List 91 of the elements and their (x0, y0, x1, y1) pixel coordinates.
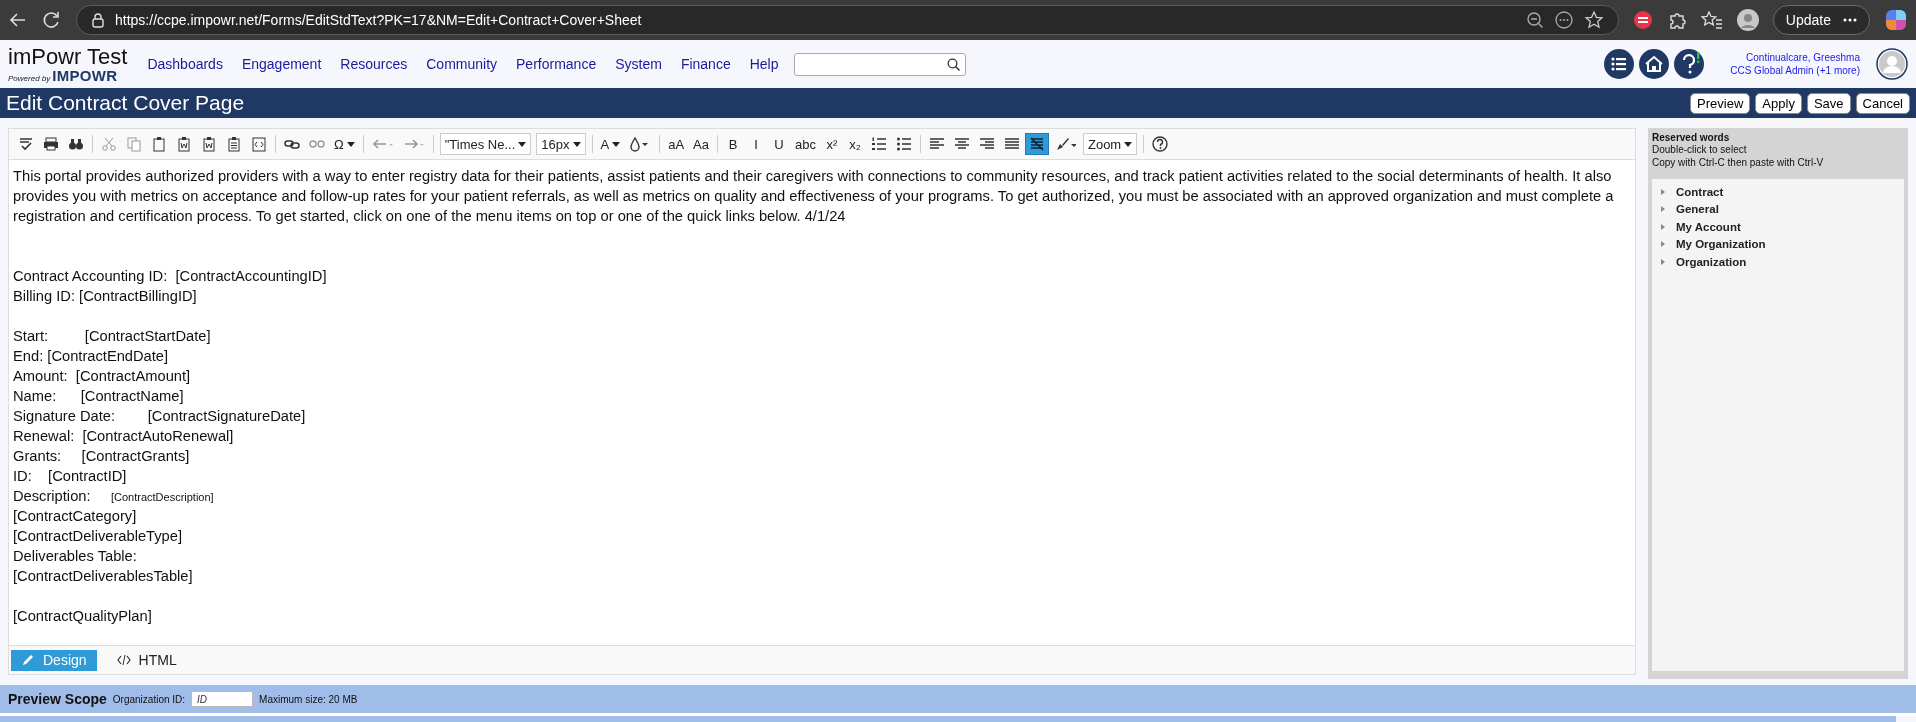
code-icon (116, 654, 131, 666)
expander-icon (1660, 206, 1666, 213)
search-field[interactable] (794, 52, 967, 76)
panel-hint: Double-click to select (1652, 143, 1748, 156)
tree-item[interactable]: My Account (1660, 218, 1896, 236)
caret-icon (518, 141, 527, 147)
expander-icon (1660, 258, 1666, 265)
search-icon (947, 57, 961, 71)
document-line: Renewal: [ContractAutoRenewal] (13, 427, 235, 446)
extension-icon[interactable] (1632, 10, 1653, 30)
toolbar-button[interactable]: x² (820, 133, 843, 155)
document-line: [ContractCategory] (13, 507, 138, 526)
document-line: [ContractQualityPlan] (13, 607, 153, 626)
expander-icon (1660, 223, 1666, 230)
user-name[interactable]: Continualcare, Greeshma (1746, 51, 1860, 64)
document-line: Signature Date: [ContractSignatureDate] (13, 407, 307, 426)
preview-scope-title: Preview Scope (8, 691, 107, 707)
app-name: imPowr Test (8, 45, 128, 68)
menu-link[interactable]: System (615, 56, 662, 72)
toolbar-button[interactable]: abc (791, 133, 820, 155)
action-button[interactable]: Cancel (1855, 92, 1910, 114)
more-icon[interactable] (1553, 10, 1574, 30)
dropdown[interactable]: "Times Ne... (439, 133, 532, 155)
document-line: Description: [ContractDescription] (13, 487, 215, 506)
copilot-icon[interactable] (1884, 8, 1908, 32)
document-line: Name: [ContractName] (13, 387, 185, 406)
document-line: [ContractDeliverablesTable] (13, 567, 194, 586)
menu-link[interactable]: Finance (680, 56, 731, 72)
toolbar-button[interactable]: U (768, 133, 790, 155)
view-tab[interactable]: HTML (106, 649, 187, 671)
house-icon[interactable] (1639, 49, 1670, 79)
menu-link[interactable]: Dashboards (147, 56, 223, 72)
expander-icon (1660, 241, 1666, 248)
menu-link[interactable]: Community (426, 56, 498, 72)
tree-item[interactable]: Contract (1660, 183, 1896, 201)
refresh-icon[interactable] (42, 10, 62, 30)
document-line: Start: [ContractStartDate] (13, 327, 212, 346)
powered-by-text: Powered by (8, 74, 51, 83)
panel-hint: Copy with Ctrl-C then paste with Ctrl-V (1652, 156, 1825, 169)
toolbar-button[interactable]: A (596, 133, 625, 155)
address-bar[interactable]: https://ccpe.impowr.net/Forms/EditStdText?PK=17&NM=Edit+Contract+Cover+Sheet (76, 5, 1619, 35)
document-line: Billing ID: [ContractBillingID] (13, 287, 198, 306)
help-icon[interactable] (1674, 49, 1705, 79)
pencil-icon (21, 653, 35, 667)
url-text: https://ccpe.impowr.net/Forms/EditStdText?PK=17&NM=Edit+Contract+Cover+Sheet (115, 12, 643, 28)
tree-item[interactable]: My Organization (1660, 235, 1896, 253)
menu-link[interactable]: Engagement (241, 56, 322, 72)
panel-title: Reserved words (1652, 132, 1731, 143)
menu-link[interactable]: Performance (516, 56, 597, 72)
menu-link[interactable]: Resources (340, 56, 408, 72)
toolbar-button[interactable]: Aa (689, 133, 713, 155)
more-icon (1843, 18, 1857, 22)
favorites-icon[interactable] (1700, 10, 1723, 30)
clear-format-icon[interactable] (1024, 133, 1049, 155)
caret-icon (572, 141, 581, 147)
user-role[interactable]: CCS Global Admin (+1 more) (1730, 64, 1860, 77)
toolbar-button[interactable]: aA (664, 133, 689, 155)
user-avatar-icon[interactable] (1876, 48, 1908, 80)
max-size-text: Maximum size: 20 MB (259, 693, 358, 705)
action-button[interactable]: Save (1806, 92, 1851, 114)
dropdown[interactable]: 16px (536, 133, 586, 155)
toolbar-button[interactable]: Ω (330, 133, 359, 155)
action-button[interactable]: Apply (1755, 92, 1802, 114)
page-title: Edit Contract Cover Page (6, 91, 246, 115)
lock-icon (91, 12, 105, 28)
document-line: [ContractDeliverableType] (13, 527, 183, 546)
action-button[interactable]: Preview (1690, 92, 1751, 114)
toolbar-button[interactable]: x₂ (843, 133, 866, 155)
caret-icon (1124, 141, 1133, 147)
document-line: End: [ContractEndDate] (13, 347, 170, 366)
zoom-out-icon[interactable] (1525, 11, 1544, 29)
update-button[interactable]: Update (1772, 5, 1870, 35)
document-line: Amount: [ContractAmount] (13, 367, 192, 386)
document-line: ID: [ContractID] (13, 467, 128, 486)
toolbar-button[interactable]: I (745, 133, 767, 155)
field-label: Organization ID: (112, 693, 186, 705)
expander-icon (1660, 188, 1666, 195)
star-icon[interactable] (1583, 10, 1604, 30)
profile-avatar-icon[interactable] (1736, 9, 1759, 31)
document-line: Deliverables Table: (13, 547, 138, 566)
dropdown[interactable]: Zoom (1082, 133, 1138, 155)
menu-link[interactable]: Help (749, 56, 779, 72)
document-line: Grants: [ContractGrants] (13, 447, 191, 466)
document-paragraph: This portal provides authorized providers with a way to enter registry data for their patients, assist patients and their caregivers with connections to community resources, and track patient activities related to the social determinants of health. It also provides you with metrics on acceptance and follow-up rates for your patient referrals, as well as metrics on quality and effectiveness of your programs. To get authorized, you must be associated with an approved organization and must complete a registration and certification process. To get started, click on one of the menu items on top or one of the quick links below. 4/1/24 (13, 167, 1615, 226)
organization-id-field[interactable]: ID (191, 691, 254, 707)
brand-logo-text: IMPOWR (52, 67, 118, 83)
tree-item[interactable]: Organization (1660, 253, 1896, 271)
document-line: Contract Accounting ID: [ContractAccountingID] (13, 267, 328, 286)
list-icon[interactable] (1604, 49, 1635, 79)
tree-item[interactable]: General (1660, 200, 1896, 218)
toolbar-button[interactable]: B (722, 133, 744, 155)
